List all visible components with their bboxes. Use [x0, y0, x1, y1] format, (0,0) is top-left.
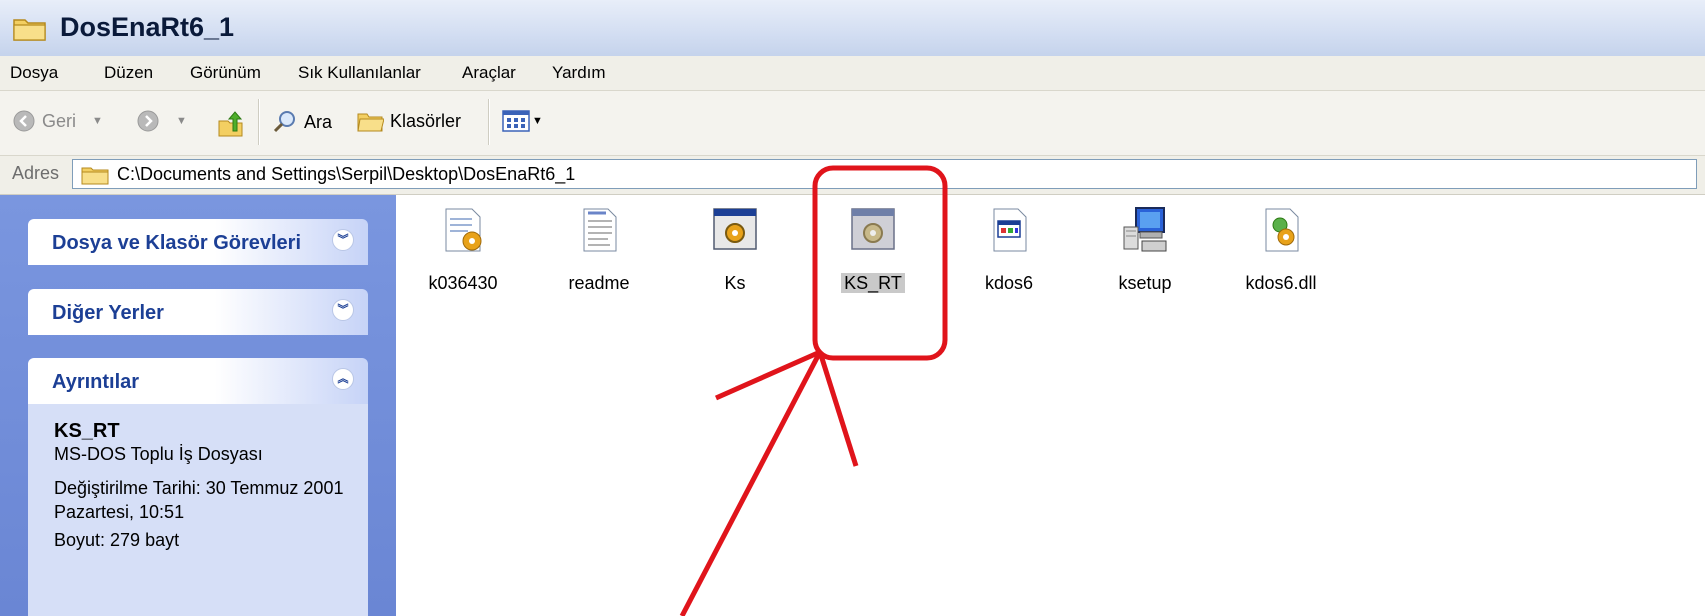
arrow-head-left	[714, 349, 822, 401]
annotation-overlay	[679, 165, 948, 616]
arrow-shaft	[679, 350, 823, 616]
arrow-head-right	[817, 351, 859, 467]
highlight-box	[812, 165, 948, 361]
